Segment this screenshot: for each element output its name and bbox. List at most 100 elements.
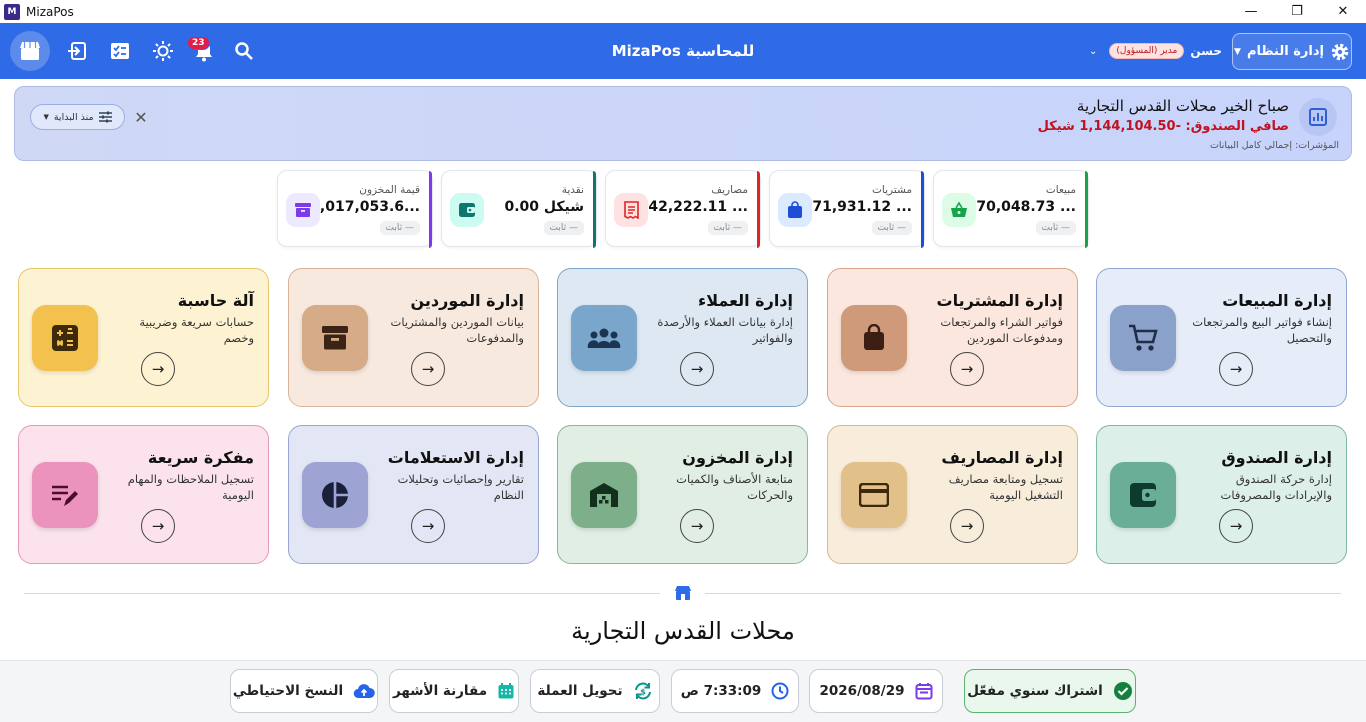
module-card-title: إدارة المصاريف (941, 448, 1063, 467)
top-navbar: MizaPos للمحاسبة 23 إدارة النظام ▼ حسن م… (0, 23, 1366, 79)
theme-toggle-button[interactable] (146, 23, 180, 79)
module-card-description: إدارة بيانات العملاء والأرصدة والفواتير (657, 315, 793, 345)
period-filter-label: منذ البداية (53, 111, 94, 123)
dashboard-chart-icon (1299, 98, 1337, 136)
people-icon (571, 305, 637, 371)
subscription-status[interactable]: اشتراك سنوي مفعّل (964, 669, 1136, 713)
module-card-title: إدارة العملاء (698, 291, 793, 310)
warehouse-icon (571, 462, 637, 528)
module-card-description: بيانات الموردين والمشتريات والمدفوعات (390, 315, 524, 345)
close-window-button[interactable]: ✕ (1320, 0, 1366, 23)
stat-trend: — ثابت (707, 221, 748, 235)
close-icon[interactable]: ✕ (130, 105, 152, 129)
module-card[interactable]: إدارة المشتريات فواتير الشراء والمرتجعات … (827, 268, 1078, 407)
store-button[interactable] (10, 31, 50, 71)
system-management-button[interactable]: إدارة النظام ▼ (1232, 33, 1352, 70)
arrow-right-icon[interactable]: → (680, 352, 714, 386)
arrow-right-icon[interactable]: → (1219, 509, 1253, 543)
module-card[interactable]: إدارة الموردين بيانات الموردين والمشتريات… (288, 268, 539, 407)
greeting-title: صباح الخير محلات القدس التجارية (1076, 97, 1289, 115)
brand-title: MizaPos للمحاسبة (611, 42, 755, 60)
logout-button[interactable] (60, 23, 94, 79)
module-card-title: إدارة المشتريات (936, 291, 1063, 310)
stat-trend: — ثابت (379, 221, 420, 235)
user-name: حسن (1190, 44, 1222, 58)
footer-bar: اشتراك سنوي مفعّل 2026/08/29 7:33:09 ص $… (0, 660, 1366, 722)
module-card-description: فواتير الشراء والمرتجعات ومدفوعات المورد… (940, 315, 1063, 345)
wallet-icon (1110, 462, 1176, 528)
sun-icon (153, 41, 173, 61)
module-card-title: إدارة الصندوق (1221, 448, 1332, 467)
fund-balance: صافي الصندوق: -1,144,104.50 شيكل (1037, 119, 1289, 134)
search-button[interactable] (227, 23, 261, 79)
divider-left (24, 593, 660, 594)
arrow-right-icon[interactable]: → (141, 352, 175, 386)
stat-trend: — ثابت (543, 221, 584, 235)
archive-box-icon (286, 193, 320, 227)
logout-icon (68, 42, 86, 60)
notification-count-badge: 23 (187, 36, 210, 50)
arrow-right-icon[interactable]: → (950, 509, 984, 543)
module-card-title: مفكرة سريعة (147, 448, 254, 467)
clock-icon (771, 682, 789, 700)
calculator-icon (32, 305, 98, 371)
module-card[interactable]: مفكرة سريعة تسجيل الملاحظات والمهام اليوم… (18, 425, 269, 564)
stat-card[interactable]: نقدية 0.00 شيكل — ثابت (441, 170, 597, 248)
stat-value: 242,222.11 ... (638, 199, 748, 215)
module-card-title: إدارة الموردين (410, 291, 524, 310)
stat-label: نقدية (561, 184, 584, 196)
stat-card[interactable]: مبيعات 970,048.73 ... — ثابت (933, 170, 1089, 248)
time-display: 7:33:09 ص (671, 669, 799, 713)
user-menu[interactable]: حسن مدير (المسؤول) ⌄ (1089, 23, 1222, 79)
module-card-description: متابعة الأصناف والكميات والحركات (676, 472, 793, 502)
gear-icon (1331, 43, 1349, 60)
currency-exchange-icon: $ (634, 682, 651, 700)
module-card[interactable]: إدارة المصاريف تسجيل ومتابعة مصاريف التشغ… (827, 425, 1078, 564)
module-card-description: حسابات سريعة وضريبية وخصم (139, 315, 254, 345)
stat-label: مشتريات (872, 184, 912, 196)
module-card[interactable]: آلة حاسبة حسابات سريعة وضريبية وخصم → (18, 268, 269, 407)
stat-label: مبيعات (1045, 184, 1076, 196)
date-display: 2026/08/29 (809, 669, 943, 713)
indicators-note: المؤشرات: إجمالي كامل البيانات (1209, 140, 1339, 151)
stat-card[interactable]: مصاريف 242,222.11 ... — ثابت (605, 170, 761, 248)
tasks-button[interactable] (103, 23, 137, 79)
system-management-label: إدارة النظام (1246, 44, 1324, 59)
arrow-right-icon[interactable]: → (141, 509, 175, 543)
stat-accent-bar (593, 171, 596, 248)
compare-months-button[interactable]: مقارنة الأشهر (389, 669, 519, 713)
module-card[interactable]: إدارة الاستعلامات تقارير وإحصائيات وتحليل… (288, 425, 539, 564)
arrow-right-icon[interactable]: → (411, 352, 445, 386)
period-filter-dropdown[interactable]: منذ البداية ▼ (30, 104, 125, 130)
backup-label: النسخ الاحتياطي (232, 683, 344, 699)
module-card[interactable]: إدارة الصندوق إدارة حركة الصندوق والإيراد… (1096, 425, 1347, 564)
chevron-down-icon: ▼ (1234, 46, 1241, 57)
currency-convert-label: تحويل العملة (537, 683, 623, 699)
arrow-right-icon[interactable]: → (950, 352, 984, 386)
stat-trend: — ثابت (1035, 221, 1076, 235)
stat-card[interactable]: قيمة المخزون 2,017,053.6... — ثابت (277, 170, 433, 248)
minimize-button[interactable]: — (1228, 0, 1274, 23)
maximize-button[interactable]: ❐ (1274, 0, 1320, 23)
backup-button[interactable]: النسخ الاحتياطي (230, 669, 378, 713)
app-logo-icon: M (4, 3, 20, 20)
shopping-bag-icon (841, 305, 907, 371)
module-card-description: إنشاء فواتير البيع والمرتجعات والتحصيل (1192, 315, 1332, 345)
stat-accent-bar (429, 171, 432, 248)
arrow-right-icon[interactable]: → (680, 509, 714, 543)
module-card[interactable]: إدارة المخزون متابعة الأصناف والكميات وال… (557, 425, 808, 564)
user-chevron-down-icon: ⌄ (1089, 45, 1098, 57)
module-card[interactable]: إدارة العملاء إدارة بيانات العملاء والأرص… (557, 268, 808, 407)
currency-convert-button[interactable]: $ تحويل العملة (530, 669, 660, 713)
module-card-description: تقارير وإحصائيات وتحليلات النظام (397, 472, 524, 502)
arrow-right-icon[interactable]: → (1219, 352, 1253, 386)
window-title: MizaPos (26, 4, 74, 19)
notifications-button[interactable] (187, 23, 221, 79)
stat-value: 970,048.73 ... (966, 199, 1076, 215)
pie-chart-icon (302, 462, 368, 528)
module-card[interactable]: إدارة المبيعات إنشاء فواتير البيع والمرتج… (1096, 268, 1347, 407)
search-icon (235, 42, 253, 60)
store-divider-icon (673, 584, 693, 602)
stat-card[interactable]: مشتريات 1,871,931.12 ... — ثابت (769, 170, 925, 248)
arrow-right-icon[interactable]: → (411, 509, 445, 543)
